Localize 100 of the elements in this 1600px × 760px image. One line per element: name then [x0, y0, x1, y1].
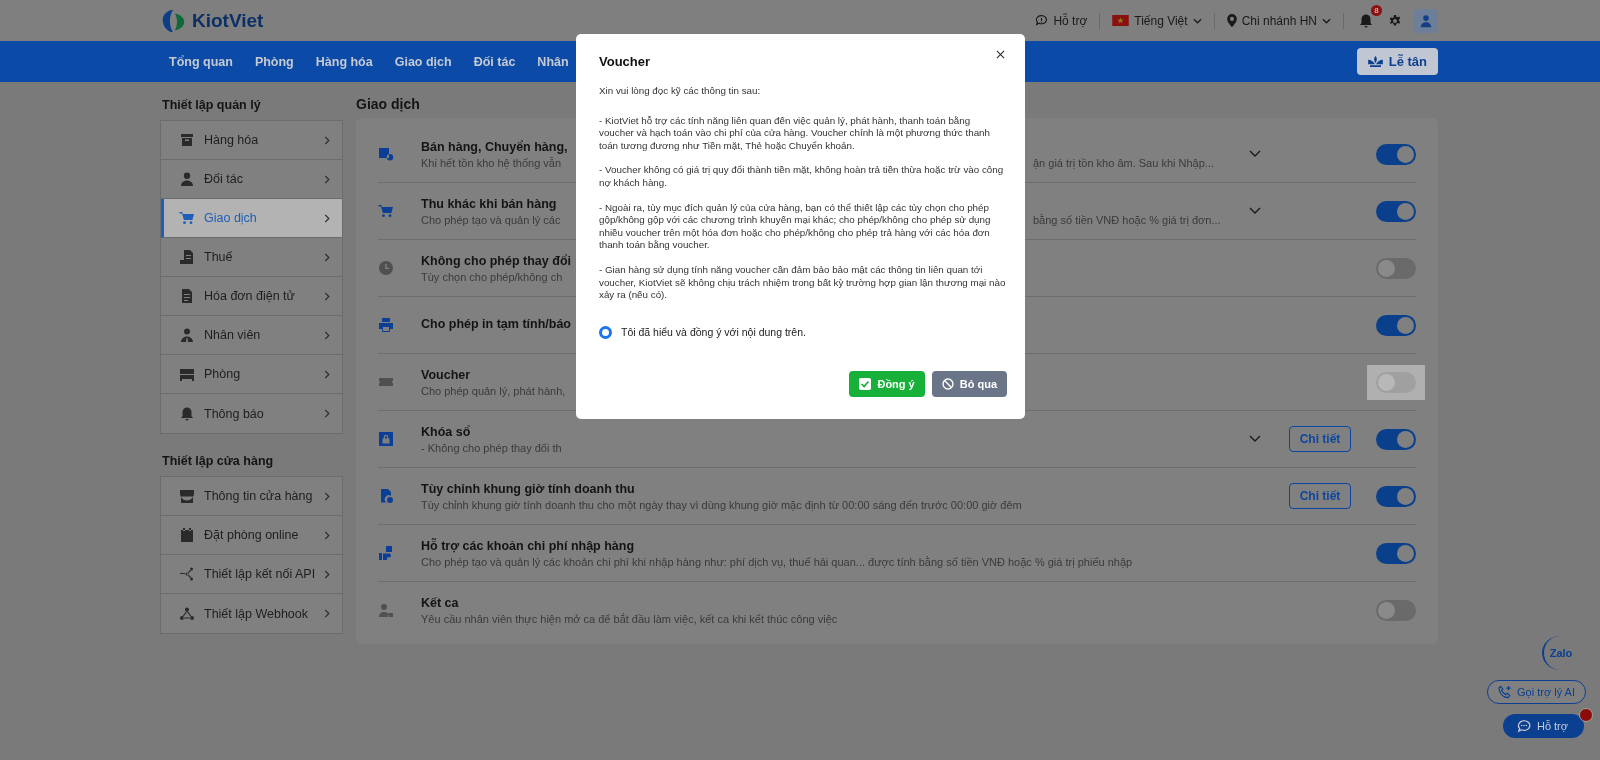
checkbox-icon [859, 377, 872, 390]
support-chat-button[interactable]: Hỗ trợ [1502, 714, 1584, 738]
toggle-switch[interactable] [1376, 371, 1416, 393]
chevron-right-icon [324, 330, 330, 340]
chevron-down-icon[interactable] [1249, 435, 1261, 443]
sidebar-item[interactable]: Thiết lập kết nối API [161, 555, 342, 594]
chevron-right-icon [324, 609, 330, 618]
toggle-switch[interactable] [1376, 428, 1416, 450]
sidebar-item[interactable]: Nhân viên [161, 316, 342, 355]
ai-assistant-button[interactable]: Gọi trợ lý AI [1487, 680, 1586, 704]
close-button[interactable] [994, 48, 1007, 61]
zalo-button[interactable]: Zalo [1542, 636, 1578, 670]
notification-count: 8 [1371, 4, 1382, 16]
chevron-right-icon [324, 291, 330, 301]
chevron-right-icon [324, 135, 330, 145]
radio-button[interactable] [599, 325, 612, 339]
sidebar-item[interactable]: Thông báo [161, 394, 342, 433]
settings-button[interactable] [1388, 13, 1402, 28]
sidebar-item[interactable]: Đặt phòng online [161, 516, 342, 555]
document-icon [179, 288, 195, 304]
nav-item[interactable]: Giao dịch [394, 54, 452, 69]
setting-description: ận giá trị tồn kho âm. Sau khi Nhập... [1033, 156, 1214, 169]
detail-button[interactable]: Chi tiết [1288, 483, 1352, 509]
logo-text[interactable]: KiotViet [192, 9, 264, 32]
chevron-right-icon [324, 530, 330, 540]
toggle-switch[interactable] [1376, 143, 1416, 165]
cart-icon [179, 210, 195, 226]
sidebar-item[interactable]: Giao dịch [161, 199, 342, 238]
setting-title: Voucher [421, 367, 471, 382]
cancel-button[interactable]: Bỏ qua [931, 370, 1007, 397]
toggle-switch[interactable] [1376, 542, 1416, 564]
confirm-button[interactable]: Đồng ý [849, 370, 925, 397]
setting-description: bằng số tiền VNĐ hoặc % giá trị đơn... [1033, 213, 1221, 226]
nav-item[interactable]: Nhân [537, 54, 569, 69]
sidebar-item[interactable]: Hóa đơn điện tử [161, 277, 342, 316]
toggle-switch[interactable] [1376, 257, 1416, 279]
network-icon [179, 566, 195, 582]
chevron-right-icon [324, 369, 330, 379]
bed-icon [179, 366, 195, 382]
user-icon [1419, 13, 1433, 28]
setting-description: Cho phép quản lý, phát hành, [421, 384, 566, 397]
branch-dropdown[interactable]: Chi nhánh HN [1226, 13, 1331, 28]
setting-title: Khóa sổ [421, 424, 471, 439]
toggle-switch[interactable] [1376, 599, 1416, 621]
setting-description: Yêu cầu nhân viên thực hiện mở ca để bắt đầu làm việc, kết ca khi kết thúc công việc [421, 612, 838, 625]
sidebar-item[interactable]: Phòng [161, 355, 342, 394]
support-link[interactable]: Hỗ trợ [1035, 13, 1088, 28]
sidebar-item[interactable]: Hàng hóa [161, 121, 342, 160]
document-clock-icon [378, 488, 394, 504]
bell-icon [179, 405, 195, 422]
setting-description: Khi hết tồn kho hệ thống vẫn [421, 156, 563, 169]
ban-icon [941, 377, 954, 390]
language-dropdown[interactable]: Tiếng Việt [1112, 13, 1202, 28]
toggle-switch[interactable] [1376, 314, 1416, 336]
section-heading: Thiết lập cửa hàng [161, 453, 275, 470]
nav-item[interactable]: Tổng quan [169, 54, 233, 69]
phone-icon [1498, 685, 1513, 699]
chevron-right-icon [324, 569, 331, 579]
setting-description: Tùy chọn cho phép/không ch [421, 270, 563, 283]
page-heading: Giao dịch [356, 96, 421, 112]
nav-item[interactable]: Đối tác [473, 54, 516, 69]
setting-title: Kết ca [421, 595, 459, 610]
sidebar-item[interactable]: Thông tin cửa hàng [161, 477, 342, 516]
dialog-text: - Ngoài ra, tùy mục đích quản lý của cửa hàng, bạn có thể thiết lập các tùy chọn cho phép gộp/không gộp với các chương trình khuyến mại khác; cho phép/không cho phép sử dụng nhiều voucher trên một hóa đơn hoặc cho phép/không cho phép trả hàng với các hóa đơn thanh toán bằng voucher. [599, 201, 992, 252]
dialog-text: - Gian hàng sử dụng tính năng voucher cần đảm bảo bảo mật các thông tin liên quan tới voucher, KiotViet sẽ không chịu trách nhiệm trong bất kỳ trường hợp gian lận thương mại nào xảy ra (nếu có). [599, 263, 1007, 302]
dialog-text: - Voucher không có giá trị quy đổi thành tiền mặt, không hoàn trả tiền thừa hoặc trừ vào công nợ khách hàng. [599, 164, 1005, 190]
close-icon [996, 50, 1005, 59]
user-icon [179, 171, 195, 187]
user-lock-icon [378, 602, 394, 618]
store-icon [179, 488, 195, 504]
chevron-right-icon [324, 213, 330, 223]
lotus-icon [1367, 56, 1383, 67]
webhook-icon [179, 605, 195, 622]
nav-item[interactable]: Phòng [254, 54, 294, 69]
chevron-right-icon [324, 409, 330, 418]
location-pin-icon [1226, 14, 1237, 27]
sidebar-item[interactable]: Thiết lập Webhook [161, 594, 342, 633]
caret-icon [1192, 17, 1202, 24]
bell-icon [1358, 12, 1374, 29]
printer-icon [378, 317, 394, 333]
calendar-icon [179, 527, 195, 543]
toggle-switch[interactable] [1376, 485, 1416, 507]
nav-item[interactable]: Hàng hóa [315, 54, 373, 69]
reception-button[interactable]: Lễ tân [1356, 48, 1438, 75]
chevron-down-icon[interactable] [1249, 150, 1261, 158]
document-icon [179, 249, 195, 265]
setting-title: Thu khác khi bán hàng [421, 196, 557, 211]
settings-icon [1388, 13, 1402, 28]
chat-icon [1516, 719, 1531, 733]
chevron-right-icon [324, 174, 330, 184]
avatar-button[interactable] [1414, 8, 1438, 33]
toggle-switch[interactable] [1376, 200, 1416, 222]
setting-description: Cho phép tạo và quản lý các khoản chi phí khi nhập hàng như: phí dịch vụ, thuế hải quan... được tính bằng số tiền VNĐ hoặc % giá trị phiếu nhập [421, 555, 1133, 568]
lock-icon [378, 431, 394, 447]
setting-title: Hỗ trợ các khoản chi phí nhập hàng [421, 538, 635, 553]
detail-button[interactable]: Chi tiết [1288, 426, 1352, 452]
chevron-right-icon [324, 491, 330, 501]
chevron-down-icon[interactable] [1249, 207, 1261, 215]
sidebar-item[interactable]: Thuế [161, 238, 342, 277]
dialog-text: - KiotViet hỗ trợ các tính năng liên quan đến việc quản lý, phát hành, thanh toán bằng voucher và hạch toán vào chi phí của cửa hàng. Voucher chính là một phương thức thanh toán tương đương như Tiền mặt, Thẻ hoặc Chuyển khoản. [599, 114, 991, 153]
